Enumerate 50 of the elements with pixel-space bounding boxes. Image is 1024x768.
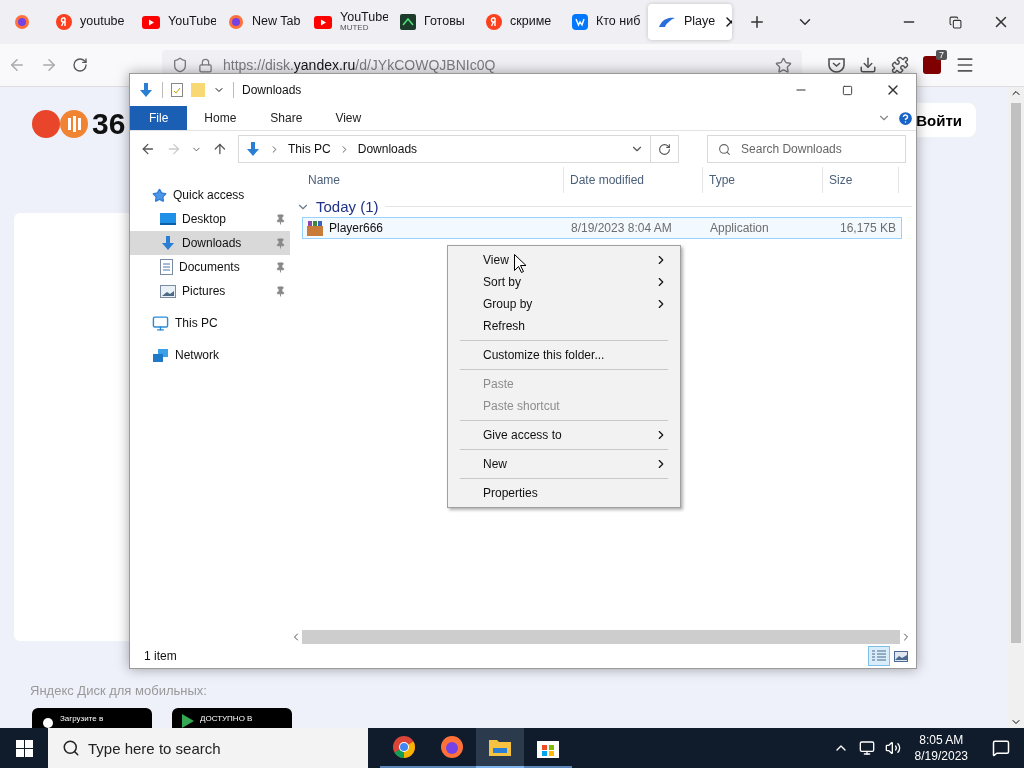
nav-item[interactable]: Quick access bbox=[130, 183, 290, 207]
browser-tab[interactable]: скриме bbox=[476, 4, 560, 40]
breadcrumb[interactable]: This PC bbox=[288, 142, 331, 156]
menu-item[interactable]: Give access to bbox=[450, 424, 678, 446]
extension-count: 7 bbox=[936, 50, 947, 60]
ribbon-tab[interactable]: Share bbox=[253, 106, 320, 130]
window-title: Downloads bbox=[242, 83, 302, 97]
menu-item[interactable]: View bbox=[450, 249, 678, 271]
menu-item[interactable]: Sort by bbox=[450, 271, 678, 293]
file-row[interactable]: Player666 8/19/2023 8:04 AM Application 16,175 KB bbox=[302, 217, 902, 239]
ribbon-tab[interactable]: View bbox=[319, 106, 378, 130]
browser-tab[interactable]: Готовы bbox=[390, 4, 474, 40]
browser-tab[interactable]: youtube bbox=[46, 4, 130, 40]
breadcrumb[interactable]: Downloads bbox=[357, 142, 418, 156]
column-header[interactable]: Name bbox=[302, 167, 564, 193]
browser-tab[interactable]: YouTube bbox=[132, 4, 216, 40]
table-cell-text: 16,175 KB bbox=[838, 221, 897, 235]
table-cell-text: Application bbox=[709, 221, 770, 235]
nav-item[interactable]: Desktop bbox=[130, 207, 290, 231]
nav-item[interactable]: Documents bbox=[130, 255, 290, 279]
menu-item[interactable]: New bbox=[450, 453, 678, 475]
nav-item[interactable]: Network bbox=[130, 343, 290, 367]
column-header[interactable]: Size bbox=[823, 167, 899, 193]
ribbon-tab[interactable]: File bbox=[130, 106, 188, 130]
menu-item[interactable]: Customize this folder... bbox=[450, 344, 678, 366]
nav-item[interactable]: This PC bbox=[130, 311, 290, 335]
address-bar[interactable]: This PC Downloads bbox=[238, 135, 652, 163]
ribbon-tab[interactable]: Home bbox=[187, 106, 254, 130]
item-count: 1 item bbox=[144, 649, 177, 663]
group-header: Today (1) bbox=[316, 198, 379, 215]
taskbar-search-field[interactable]: Type here to search bbox=[48, 728, 368, 768]
file-name: Player666 bbox=[329, 221, 384, 235]
store-badge[interactable]: Загрузите в bbox=[32, 708, 152, 728]
menu-item[interactable]: Group by bbox=[450, 293, 678, 315]
nav-item[interactable]: Pictures bbox=[130, 279, 290, 303]
menu-item[interactable]: Properties bbox=[450, 482, 678, 504]
browser-tab[interactable]: YouTube MUTED bbox=[304, 4, 388, 40]
mobile-label: Яндекс Диск для мобильных: bbox=[30, 683, 208, 698]
column-header[interactable]: Date modified bbox=[564, 167, 703, 193]
store-badge[interactable]: ДОСТУПНО В bbox=[172, 708, 292, 728]
browser-tab[interactable]: Playe bbox=[648, 4, 732, 40]
browser-tab[interactable]: Кто ниб bbox=[562, 4, 646, 40]
column-header[interactable]: Type bbox=[703, 167, 823, 193]
browser-tab[interactable]: New Tab bbox=[218, 4, 302, 40]
logo-text: 36 bbox=[92, 107, 126, 141]
table-cell-text: 8/19/2023 8:04 AM bbox=[570, 221, 673, 235]
clock[interactable]: 8:05 AM 8/19/2023 bbox=[914, 731, 968, 765]
menu-item[interactable]: Refresh bbox=[450, 315, 678, 337]
nav-item[interactable]: Downloads bbox=[130, 231, 290, 255]
search-field[interactable]: Search Downloads bbox=[707, 135, 906, 163]
